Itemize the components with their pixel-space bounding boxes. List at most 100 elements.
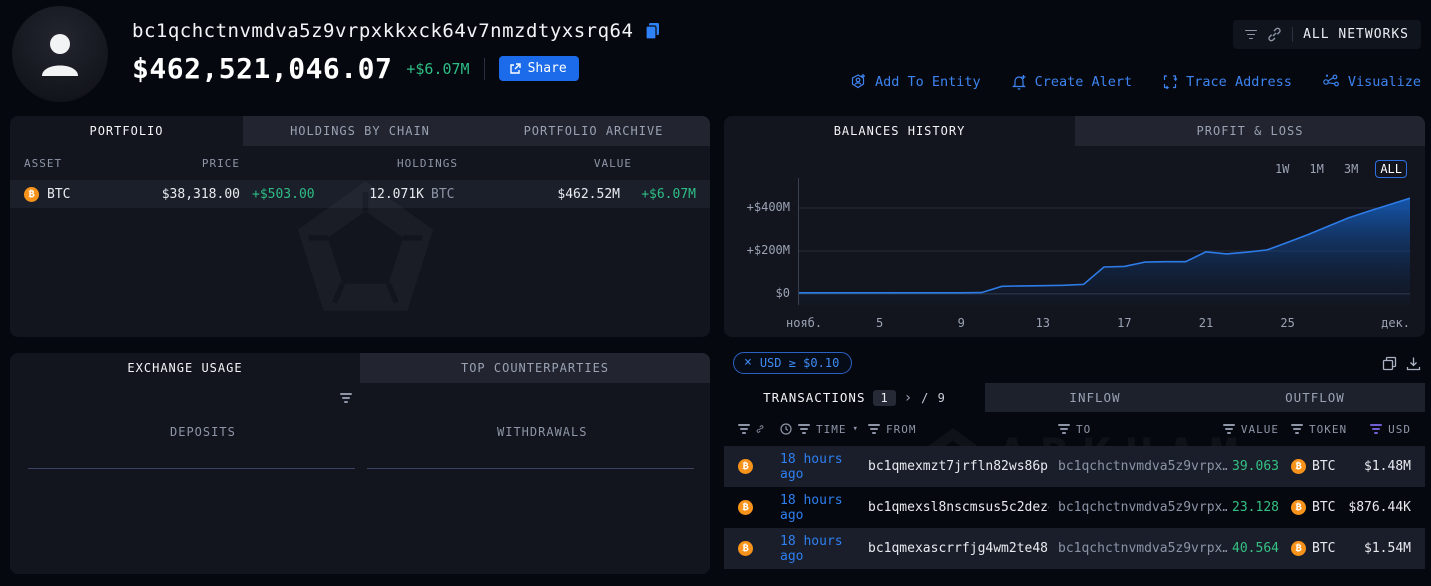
range-3m[interactable]: 3M (1341, 161, 1361, 177)
transactions-label: TRANSACTIONS (763, 390, 865, 405)
page-total: / 9 (921, 391, 946, 405)
add-to-entity-button[interactable]: Add To Entity (850, 73, 981, 90)
add-entity-icon (850, 73, 867, 90)
asset-value: $462.52M (458, 187, 620, 202)
asset-holdings: 12.071K (324, 187, 424, 202)
caret-down-icon[interactable]: ▾ (853, 424, 859, 434)
filter-icon[interactable] (1291, 424, 1303, 434)
close-icon[interactable]: × (744, 355, 752, 370)
tx-to-address[interactable]: bc1qchctnvmdva5z9vrpx… (1049, 541, 1227, 556)
tab-balances-history[interactable]: BALANCES HISTORY (724, 116, 1075, 146)
bitcoin-icon: ₿ (1291, 500, 1306, 515)
copy-table-icon[interactable] (1382, 356, 1397, 371)
tx-from-address[interactable]: bc1qmexmzt7jrfln82ws86pc (868, 459, 1049, 474)
tab-transactions[interactable]: TRANSACTIONS 1 › / 9 (724, 383, 985, 412)
table-row[interactable]: ₿ BTC $38,318.00 +$503.00 12.071K BTC $4… (10, 180, 710, 208)
tab-portfolio[interactable]: PORTFOLIO (10, 116, 243, 146)
tx-usd: $1.48M (1341, 459, 1411, 474)
range-1w[interactable]: 1W (1272, 161, 1292, 177)
col-value[interactable]: VALUE (1241, 423, 1279, 436)
col-usd[interactable]: USD (1388, 423, 1411, 436)
all-networks-selector[interactable]: ALL NETWORKS (1233, 20, 1421, 49)
col-from[interactable]: FROM (886, 423, 917, 436)
next-page-button[interactable]: › (904, 390, 913, 406)
link-icon[interactable] (756, 423, 764, 435)
tx-from-address[interactable]: bc1qmexascrrfjg4wm2te48u (868, 541, 1049, 556)
share-label: Share (528, 61, 567, 76)
tx-usd: $876.44K (1341, 500, 1411, 515)
col-holdings: HOLDINGS (324, 157, 458, 170)
transactions-section: × USD ≥ $0.10 TRANSACTIONS 1 › / 9 INFLO… (724, 350, 1425, 586)
deposits-label: DEPOSITS (170, 425, 236, 439)
tx-time-link[interactable]: 18 hours ago (764, 452, 868, 482)
tx-time-link[interactable]: 18 hours ago (764, 534, 868, 564)
table-row[interactable]: ₿ 18 hours ago bc1qmexmzt7jrfln82ws86pc … (724, 446, 1425, 487)
range-1m[interactable]: 1M (1306, 161, 1326, 177)
balances-chart: +$400M+$200M$0нояб.5913172125дек. (732, 176, 1422, 334)
portfolio-columns: ASSET PRICE HOLDINGS VALUE (10, 146, 710, 180)
asset-name: BTC (47, 187, 70, 202)
page-current: 1 (873, 390, 895, 406)
tx-to-address[interactable]: bc1qchctnvmdva5z9vrpx… (1049, 459, 1227, 474)
withdrawals-divider (367, 468, 694, 469)
action-label: Visualize (1348, 74, 1421, 90)
filter-icon[interactable] (798, 424, 810, 434)
portfolio-panel: PORTFOLIO HOLDINGS BY CHAIN PORTFOLIO AR… (10, 116, 710, 337)
divider (1292, 27, 1293, 42)
action-label: Create Alert (1035, 74, 1133, 90)
balances-chart-plot (798, 178, 1410, 305)
y-axis-tick: +$200M (732, 243, 790, 257)
tx-value: 40.564 (1227, 541, 1279, 556)
tx-to-address[interactable]: bc1qchctnvmdva5z9vrpx… (1049, 500, 1227, 515)
x-axis-tick: 21 (1199, 316, 1213, 330)
x-axis-tick: 17 (1117, 316, 1131, 330)
download-icon[interactable] (1406, 356, 1421, 371)
tx-value: 39.063 (1227, 459, 1279, 474)
visualize-button[interactable]: Visualize (1322, 74, 1421, 90)
filter-icon[interactable] (1058, 424, 1070, 434)
asset-value-change: +$6.07M (620, 187, 696, 202)
usd-filter-label: USD ≥ $0.10 (760, 356, 839, 370)
tab-inflow[interactable]: INFLOW (985, 383, 1205, 412)
y-axis-tick: $0 (732, 286, 790, 300)
withdrawals-label: WITHDRAWALS (497, 425, 587, 439)
filter-icon-active[interactable] (1370, 424, 1382, 434)
x-axis-tick: нояб. (786, 316, 822, 330)
header-actions: Add To Entity Create Alert Trace Address… (850, 73, 1421, 90)
usd-filter-chip[interactable]: × USD ≥ $0.10 (733, 352, 852, 374)
table-row[interactable]: ₿ 18 hours ago bc1qmexsl8nscmsus5c2dezg … (724, 487, 1425, 528)
table-row[interactable]: ₿ 18 hours ago bc1qmexascrrfjg4wm2te48u … (724, 528, 1425, 569)
filter-icon[interactable] (1223, 424, 1235, 434)
tab-outflow[interactable]: OUTFLOW (1205, 383, 1425, 412)
external-link-icon (509, 63, 521, 75)
tab-holdings-by-chain[interactable]: HOLDINGS BY CHAIN (243, 116, 477, 146)
tx-from-address[interactable]: bc1qmexsl8nscmsus5c2dezg (868, 500, 1049, 515)
x-axis-tick: 9 (958, 316, 965, 330)
all-networks-label: ALL NETWORKS (1303, 27, 1409, 42)
tab-profit-loss[interactable]: PROFIT & LOSS (1075, 116, 1425, 146)
filter-icon[interactable] (340, 393, 352, 403)
tab-exchange-usage[interactable]: EXCHANGE USAGE (10, 353, 360, 383)
tx-value: 23.128 (1227, 500, 1279, 515)
create-alert-button[interactable]: Create Alert (1011, 73, 1133, 90)
bitcoin-icon: ₿ (1291, 459, 1306, 474)
tx-token: BTC (1312, 541, 1335, 556)
bitcoin-chain-icon: ₿ (738, 500, 753, 515)
clock-icon (780, 423, 792, 435)
tab-portfolio-archive[interactable]: PORTFOLIO ARCHIVE (477, 116, 710, 146)
tx-time-link[interactable]: 18 hours ago (764, 493, 868, 523)
share-button[interactable]: Share (499, 56, 579, 81)
col-to[interactable]: TO (1076, 423, 1091, 436)
copy-address-icon[interactable] (645, 22, 661, 40)
trace-address-button[interactable]: Trace Address (1162, 74, 1292, 90)
trace-icon (1162, 74, 1178, 90)
link-icon (1267, 27, 1282, 42)
bell-plus-icon (1011, 73, 1027, 90)
exchange-tabs: EXCHANGE USAGE TOP COUNTERPARTIES (10, 353, 710, 383)
filter-icon[interactable] (868, 424, 880, 434)
col-time[interactable]: TIME (816, 423, 847, 436)
tab-top-counterparties[interactable]: TOP COUNTERPARTIES (360, 353, 710, 383)
x-axis-tick: дек. (1381, 316, 1410, 330)
bitcoin-chain-icon: ₿ (738, 541, 753, 556)
filter-icon[interactable] (738, 424, 750, 434)
